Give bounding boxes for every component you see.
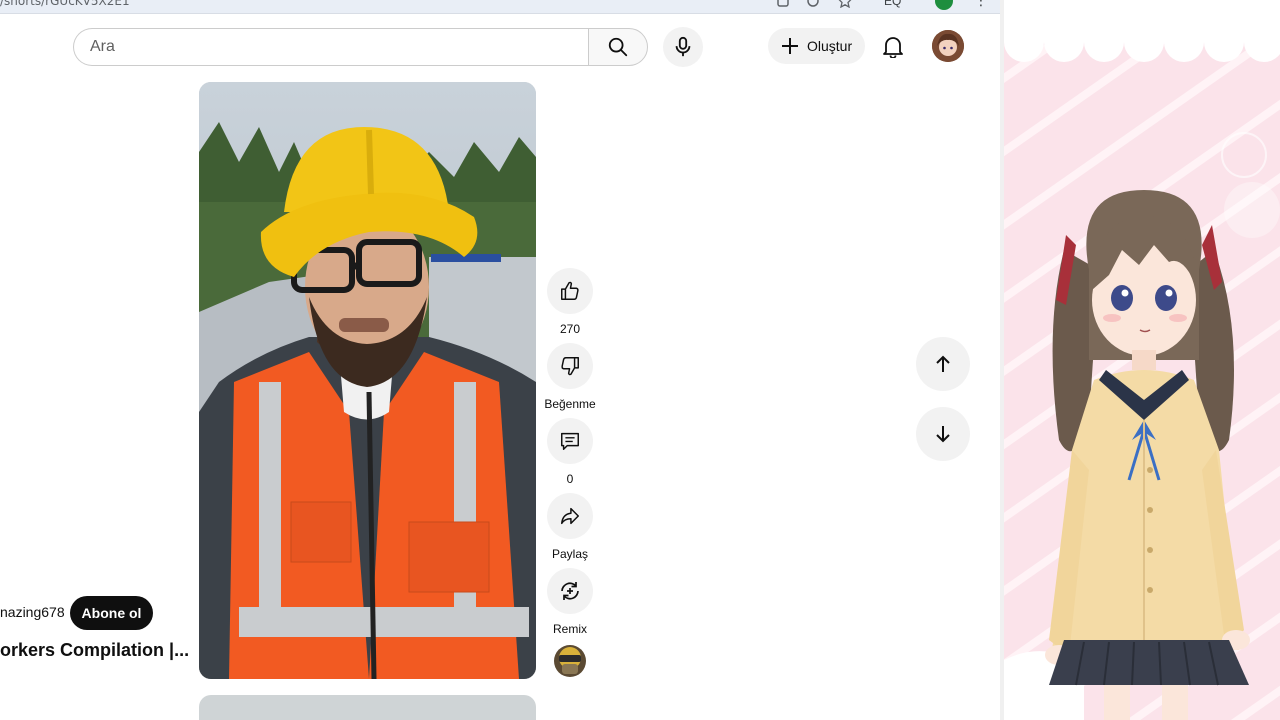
arrow-up-icon xyxy=(936,355,950,372)
previous-short-button[interactable] xyxy=(916,337,970,391)
next-short-button[interactable] xyxy=(916,407,970,461)
video-title[interactable]: orkers Compilation |... xyxy=(0,640,189,661)
like-button[interactable] xyxy=(547,268,593,314)
dislike-button[interactable] xyxy=(547,343,593,389)
create-button[interactable]: Oluştur xyxy=(768,28,865,64)
mic-icon xyxy=(675,36,691,57)
channel-name[interactable]: nazing678 xyxy=(0,604,65,620)
search-button[interactable] xyxy=(588,28,648,66)
extension-eq[interactable]: EQ xyxy=(884,0,901,8)
remix-button[interactable] xyxy=(547,568,593,614)
thumbs-up-icon xyxy=(561,281,579,300)
sound-disc-icon xyxy=(553,644,587,678)
comment-action: 0 xyxy=(547,418,593,486)
dislike-label: Beğenme xyxy=(544,397,596,411)
browser-toolbar: /shorts/rGUcKV5X2E1 EQ ⋮ xyxy=(0,0,1000,14)
comment-icon xyxy=(561,432,579,450)
search-icon xyxy=(608,37,628,57)
remix-icon xyxy=(561,582,579,600)
arrow-down-icon xyxy=(936,426,950,443)
sound-thumbnail[interactable] xyxy=(553,644,587,678)
cast-icon[interactable] xyxy=(806,0,820,8)
browser-menu-icon[interactable]: ⋮ xyxy=(974,0,988,9)
account-avatar[interactable] xyxy=(932,30,964,62)
vtuber-avatar-illustration xyxy=(1004,0,1280,720)
comment-count: 0 xyxy=(566,472,574,486)
video-frame xyxy=(199,82,536,679)
share-action: Paylaş xyxy=(547,493,593,561)
search-input[interactable] xyxy=(90,29,570,65)
notifications-button[interactable] xyxy=(874,27,912,65)
vtuber-overlay-panel xyxy=(1004,0,1280,720)
comments-button[interactable] xyxy=(547,418,593,464)
remix-action: Remix xyxy=(547,568,593,636)
address-bar-text[interactable]: /shorts/rGUcKV5X2E1 xyxy=(0,0,130,8)
translate-icon[interactable] xyxy=(776,0,790,8)
voice-search-button[interactable] xyxy=(663,27,703,67)
shorts-video-player[interactable] xyxy=(199,82,536,679)
thumbs-down-icon xyxy=(561,357,579,376)
share-label: Paylaş xyxy=(551,547,589,561)
search-box xyxy=(73,28,589,66)
create-label: Oluştur xyxy=(807,38,853,54)
share-button[interactable] xyxy=(547,493,593,539)
browser-profile-avatar[interactable] xyxy=(935,0,953,10)
remix-label: Remix xyxy=(552,622,587,636)
like-count: 270 xyxy=(559,322,581,336)
bookmark-star-icon[interactable] xyxy=(838,0,852,9)
dislike-action: Beğenme xyxy=(544,343,596,411)
plus-icon xyxy=(782,38,798,54)
like-action: 270 xyxy=(547,268,593,336)
bell-icon xyxy=(883,37,903,58)
subscribe-button[interactable]: Abone ol xyxy=(70,596,153,630)
share-arrow-icon xyxy=(561,507,579,525)
next-short-preview[interactable] xyxy=(199,695,536,720)
youtube-shorts-page: Oluştur xyxy=(0,14,1000,720)
